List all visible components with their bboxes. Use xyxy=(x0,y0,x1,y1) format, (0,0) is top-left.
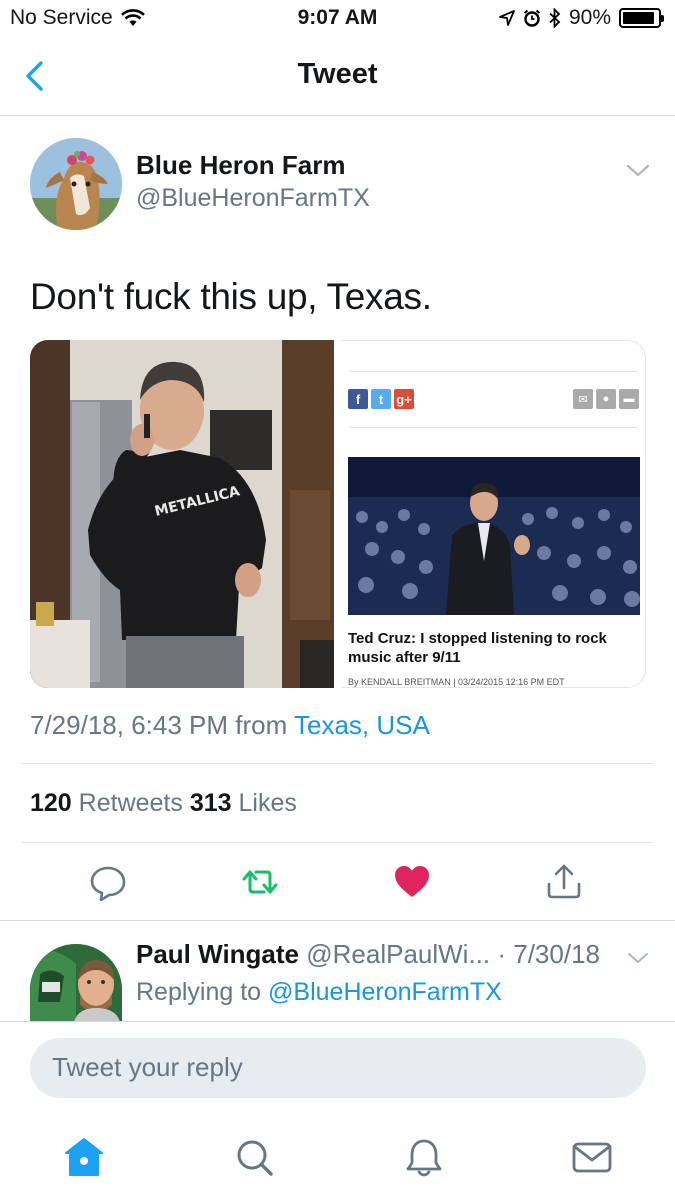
divider xyxy=(22,842,653,843)
author-handle[interactable]: @BlueHeronFarmTX xyxy=(136,184,370,213)
chevron-down-icon[interactable] xyxy=(626,946,650,970)
tweet-reply-input[interactable]: Tweet your reply xyxy=(30,1038,646,1098)
chevron-down-icon[interactable] xyxy=(624,156,652,184)
article-byline: By KENDALL BREITMAN | 03/24/2015 12:16 P… xyxy=(348,677,565,687)
reply-header: Paul Wingate @RealPaulWi... · 7/30/18 xyxy=(136,939,600,970)
likes-label[interactable]: Likes xyxy=(232,789,296,817)
article-photo-speaker xyxy=(348,457,640,615)
tweet-text: Don't fuck this up, Texas. xyxy=(30,276,432,317)
status-bar: No Service 9:07 AM 90% xyxy=(0,0,675,38)
reply-composer-bar: Tweet your reply xyxy=(0,1021,675,1115)
like-heart-icon[interactable] xyxy=(392,862,432,902)
print-icon: ▬ xyxy=(619,389,639,409)
retweets-label[interactable]: Retweets xyxy=(72,789,190,817)
article-divider xyxy=(350,371,637,372)
battery-icon xyxy=(619,8,664,28)
replying-to-handle[interactable]: @BlueHeronFarmTX xyxy=(268,978,502,1006)
reply-divider xyxy=(0,920,675,921)
bluetooth-icon xyxy=(549,8,561,28)
google-plus-icon: g+ xyxy=(394,389,414,409)
article-tool-buttons: ✉ ● ▬ xyxy=(573,389,639,409)
twitter-share-icon: t xyxy=(371,389,391,409)
author-name[interactable]: Blue Heron Farm xyxy=(136,150,346,181)
replying-to: Replying to @BlueHeronFarmTX xyxy=(136,978,502,1007)
nav-bar: Tweet xyxy=(0,38,675,116)
alarm-icon xyxy=(523,9,541,27)
tweet-timestamp: 7/29/18, 6:43 PM from Texas, USA xyxy=(30,710,430,741)
article-divider-2 xyxy=(350,427,637,428)
status-right: 90% xyxy=(499,6,664,30)
email-icon: ✉ xyxy=(573,389,593,409)
divider xyxy=(22,763,653,764)
reply-author-handle[interactable]: @RealPaulWi... xyxy=(299,939,497,969)
comment-icon: ● xyxy=(596,389,616,409)
tweet-location-link[interactable]: Texas, USA xyxy=(294,710,430,740)
author-avatar[interactable] xyxy=(30,138,122,230)
page-title: Tweet xyxy=(297,58,378,90)
location-arrow-icon xyxy=(499,10,515,26)
reply-author-name[interactable]: Paul Wingate xyxy=(136,939,299,969)
tweet-date: 7/29/18, 6:43 PM from xyxy=(30,710,294,740)
retweet-icon[interactable] xyxy=(240,862,280,902)
home-icon[interactable] xyxy=(62,1135,106,1179)
goat-avatar-icon xyxy=(30,138,122,230)
share-icon[interactable] xyxy=(544,862,584,902)
reply-icon[interactable] xyxy=(88,862,128,902)
reply-avatar-illustration xyxy=(30,944,122,1022)
article-photo-illustration xyxy=(348,457,640,615)
tweet-stats: 120 Retweets 313 Likes xyxy=(30,789,297,818)
article-headline: Ted Cruz: I stopped listening to rock mu… xyxy=(348,630,607,666)
messages-icon[interactable] xyxy=(570,1135,614,1179)
like-count[interactable]: 313 xyxy=(190,789,232,817)
photo-illustration: METALLICA xyxy=(30,340,334,688)
media-article-screenshot[interactable]: f t g+ ✉ ● ▬ Ted Cruz: I stopped listeni… xyxy=(342,340,646,688)
tweet-actions xyxy=(0,858,675,908)
article-share-buttons: f t g+ xyxy=(348,389,414,409)
search-icon[interactable] xyxy=(232,1135,276,1179)
battery-percent: 90% xyxy=(568,6,611,29)
facebook-icon: f xyxy=(348,389,368,409)
tab-bar xyxy=(0,1115,675,1200)
reply-date: · 7/30/18 xyxy=(497,939,600,969)
tweet-media[interactable]: METALLICA f t g+ ✉ ● ▬ Ted Cruz: I stopp… xyxy=(30,340,646,688)
retweet-count[interactable]: 120 xyxy=(30,789,72,817)
notifications-icon[interactable] xyxy=(402,1135,446,1179)
reply-author-avatar[interactable] xyxy=(30,944,122,1022)
media-photo-man-on-phone[interactable]: METALLICA xyxy=(30,340,334,688)
replying-to-label: Replying to xyxy=(136,978,269,1006)
